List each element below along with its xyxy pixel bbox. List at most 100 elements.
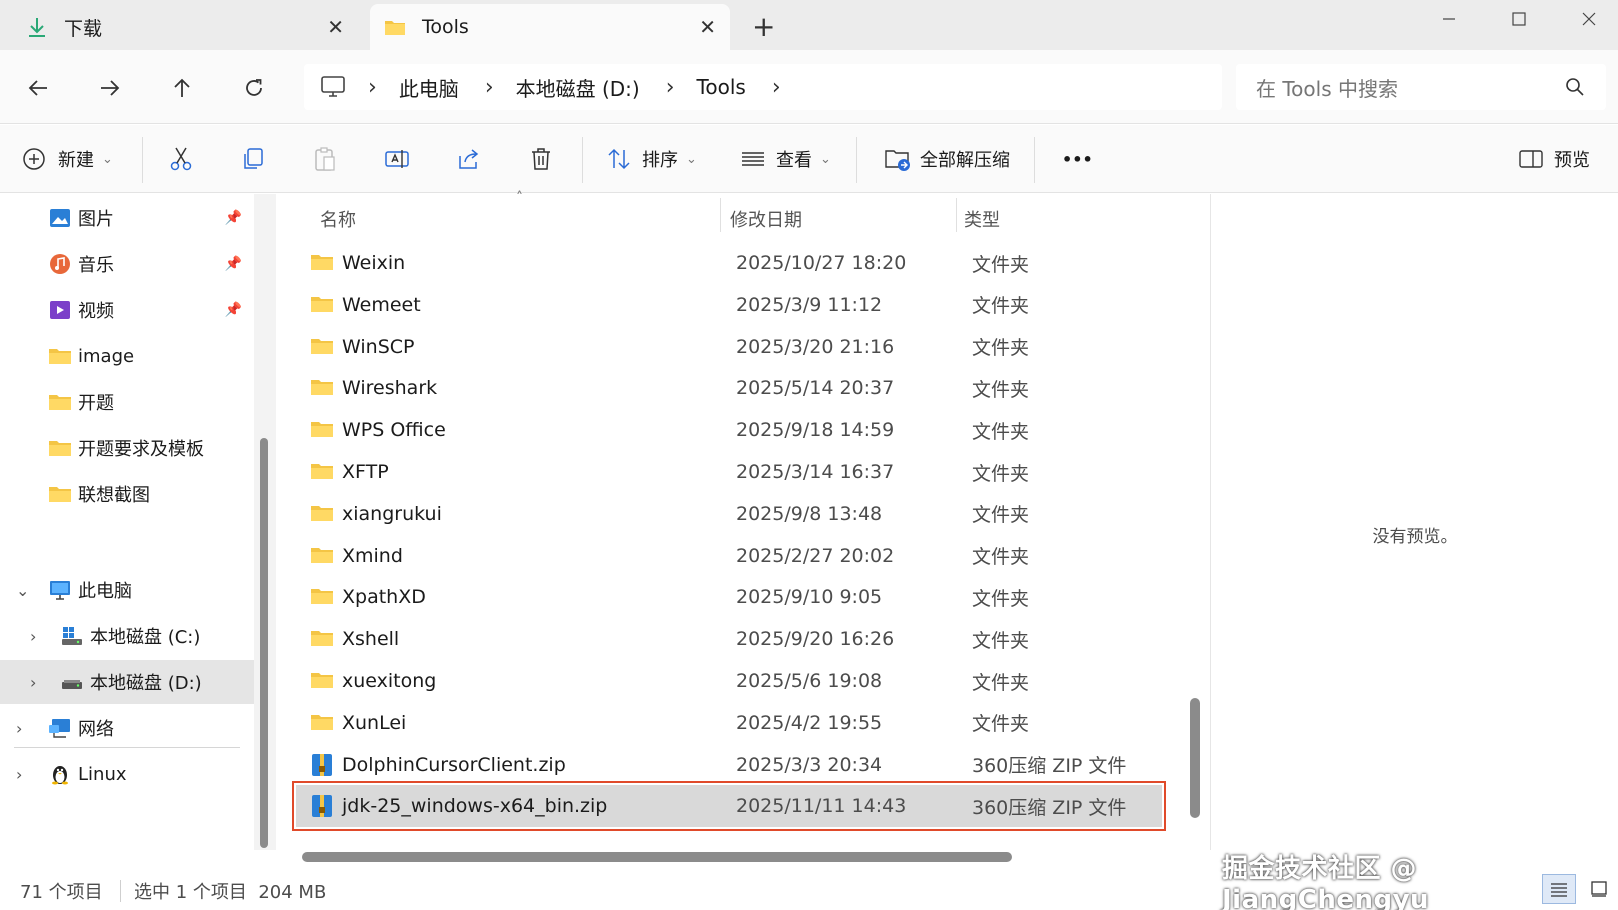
folder-icon (310, 626, 334, 655)
chevron-down-icon: ⌄ (102, 151, 113, 167)
zip-archive-icon (310, 793, 334, 824)
share-button[interactable] (456, 139, 482, 179)
sidebar-item-pictures[interactable]: 图片 📌 (0, 196, 254, 240)
file-row[interactable]: Wireshark 2025/5/14 20:37 文件夹 (296, 367, 1162, 409)
sidebar-item-network[interactable]: › 网络 (0, 706, 254, 750)
file-date: 2025/11/11 14:43 (736, 795, 907, 818)
chevron-right-icon[interactable]: › (16, 719, 22, 738)
copy-button[interactable] (240, 139, 266, 179)
more-options-button[interactable]: ••• (1062, 139, 1093, 179)
refresh-button[interactable] (234, 68, 274, 108)
cut-button[interactable] (168, 139, 194, 179)
horizontal-scrollbar[interactable] (302, 852, 1012, 862)
navigation-bar: › 此电脑 › 本地磁盘 (D:) › Tools › 在 Tools 中搜索 (0, 50, 1618, 124)
tab-tools[interactable]: Tools ✕ (370, 4, 730, 50)
column-divider[interactable] (956, 198, 957, 232)
tab-download[interactable]: 下载 ✕ (8, 4, 358, 50)
file-row[interactable]: WinSCP 2025/3/20 21:16 文件夹 (296, 326, 1162, 368)
vertical-scrollbar[interactable] (1190, 698, 1200, 818)
search-input[interactable]: 在 Tools 中搜索 (1236, 64, 1606, 110)
chevron-down-icon[interactable]: ⌄ (16, 581, 29, 600)
breadcrumb-tools[interactable]: Tools (697, 75, 746, 99)
column-header-date[interactable]: 修改日期 (730, 206, 802, 232)
extract-all-button[interactable]: 全部解压缩 (884, 139, 1010, 179)
file-row[interactable]: XpathXD 2025/9/10 9:05 文件夹 (296, 576, 1162, 618)
sidebar-item-videos[interactable]: 视频 📌 (0, 288, 254, 332)
close-window-button[interactable] (1564, 4, 1614, 34)
file-row[interactable]: Weixin 2025/10/27 18:20 文件夹 (296, 242, 1162, 284)
new-button[interactable]: 新建 ⌄ (22, 139, 113, 179)
sidebar-item-this-pc[interactable]: ⌄ 此电脑 (0, 568, 254, 612)
maximize-button[interactable] (1494, 4, 1544, 34)
file-row-selected[interactable]: jdk-25_windows-x64_bin.zip 2025/11/11 14:… (292, 781, 1166, 832)
sidebar-item-kaiti-templates[interactable]: 开题要求及模板 (0, 426, 254, 470)
file-row[interactable]: xuexitong 2025/5/6 19:08 文件夹 (296, 660, 1162, 702)
address-bar[interactable]: › 此电脑 › 本地磁盘 (D:) › Tools › (304, 64, 1222, 110)
chevron-right-icon[interactable]: › (666, 75, 675, 100)
chevron-down-icon: ⌄ (820, 151, 831, 167)
file-name: XFTP (342, 461, 389, 483)
sort-button[interactable]: 排序 ⌄ (606, 139, 697, 179)
refresh-icon (246, 79, 262, 96)
up-button[interactable] (162, 68, 202, 108)
breadcrumb-this-pc[interactable]: 此电脑 (399, 73, 459, 102)
file-list: 名称 ˄ 修改日期 类型 Weixin 2025/10/27 18:20 文件夹 We… (282, 190, 1182, 862)
pin-icon[interactable]: 📌 (225, 256, 242, 272)
sidebar-item-linux[interactable]: › Linux (0, 752, 254, 796)
file-row[interactable]: Xmind 2025/2/27 20:02 文件夹 (296, 535, 1162, 577)
column-divider[interactable] (720, 198, 721, 232)
view-label: 查看 (776, 150, 812, 171)
chevron-right-icon[interactable]: › (16, 765, 22, 784)
sidebar-item-lenovo-screenshots[interactable]: 联想截图 (0, 472, 254, 516)
close-tab-icon[interactable]: ✕ (699, 15, 716, 39)
chevron-right-icon[interactable]: › (30, 673, 36, 692)
sidebar-item-kaiti[interactable]: 开题 (0, 380, 254, 424)
linux-penguin-icon (52, 766, 68, 785)
folder-icon (385, 21, 405, 35)
tab-label: Tools (422, 16, 469, 38)
file-row[interactable]: XunLei 2025/4/2 19:55 文件夹 (296, 702, 1162, 744)
file-row[interactable]: WPS Office 2025/9/18 14:59 文件夹 (296, 409, 1162, 451)
file-row[interactable]: Wemeet 2025/3/9 11:12 文件夹 (296, 284, 1162, 326)
pin-icon[interactable]: 📌 (225, 302, 242, 318)
preview-label: 预览 (1554, 150, 1590, 171)
chevron-right-icon[interactable]: › (772, 75, 781, 100)
forward-button[interactable] (90, 68, 130, 108)
new-tab-button[interactable]: + (752, 10, 775, 43)
share-icon (459, 149, 479, 169)
folder-icon (49, 395, 71, 410)
file-row[interactable]: DolphinCursorClient.zip 2025/3/3 20:34 360… (296, 744, 1162, 786)
pin-icon[interactable]: 📌 (225, 210, 242, 226)
sidebar-item-drive-c[interactable]: › 本地磁盘 (C:) (0, 614, 254, 658)
sidebar-item-image[interactable]: image (0, 334, 254, 378)
minimize-icon (1443, 18, 1455, 20)
sidebar-item-drive-d[interactable]: › 本地磁盘 (D:) (0, 660, 254, 704)
chevron-right-icon[interactable]: › (485, 75, 494, 100)
file-row[interactable]: XFTP 2025/3/14 16:37 文件夹 (296, 451, 1162, 493)
rename-button[interactable] (384, 139, 410, 179)
back-button[interactable] (18, 68, 58, 108)
sidebar-item-music[interactable]: 音乐 📌 (0, 242, 254, 286)
preview-pane-button[interactable]: 预览 (1518, 139, 1590, 179)
details-view-button[interactable] (1542, 874, 1576, 904)
sort-label: 排序 (642, 150, 678, 171)
search-icon[interactable] (1564, 76, 1586, 98)
status-divider (120, 880, 121, 902)
view-button[interactable]: 查看 ⌄ (740, 139, 831, 179)
file-row[interactable]: xiangrukui 2025/9/8 13:48 文件夹 (296, 493, 1162, 535)
column-header-name[interactable]: 名称 (320, 206, 356, 232)
minimize-button[interactable] (1424, 4, 1474, 34)
tiles-view-button[interactable] (1582, 874, 1616, 904)
file-row[interactable]: Xshell 2025/9/20 16:26 文件夹 (296, 618, 1162, 660)
file-name: Xshell (342, 628, 400, 651)
chevron-right-icon[interactable]: › (30, 627, 36, 646)
breadcrumb-drive-d[interactable]: 本地磁盘 (D:) (516, 73, 640, 102)
paste-button[interactable] (312, 139, 338, 179)
sidebar-item-label: 本地磁盘 (D:) (90, 673, 202, 694)
close-tab-icon[interactable]: ✕ (327, 15, 344, 39)
videos-icon (50, 301, 70, 319)
monitor-icon (321, 76, 345, 97)
sidebar-scrollbar[interactable] (260, 438, 268, 848)
column-header-type[interactable]: 类型 (964, 206, 1000, 232)
delete-button[interactable] (528, 139, 554, 179)
